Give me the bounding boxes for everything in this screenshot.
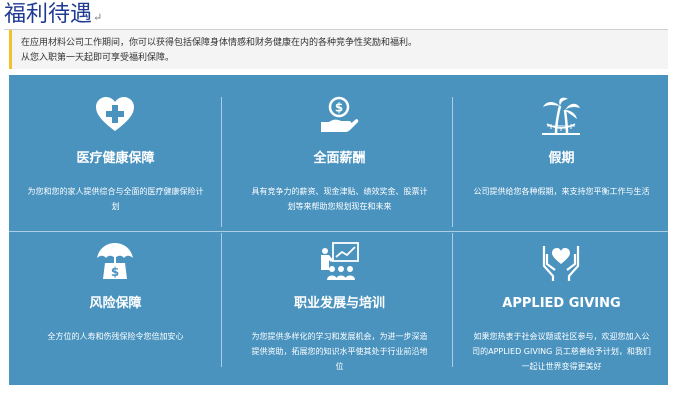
palm-tree-icon — [541, 96, 581, 136]
benefit-card-development: 职业发展与培训 为您提供多样化的学习和发展机会，为进一步深造提供资助，拓展您的知… — [233, 232, 446, 385]
intro-line-1: 在应用材料公司工作期间，你可以获得包括保障身体情感和财务健康在内的各种竞争性奖励… — [21, 38, 418, 48]
benefit-title: 医疗健康保障 — [76, 151, 155, 166]
hands-heart-icon — [541, 242, 581, 282]
benefit-description: 如果您热衷于社会议题或社区参与，欢迎您加入公司的APPLIED GIVING 员… — [472, 332, 651, 371]
benefit-title: APPLIED GIVING — [502, 296, 621, 311]
benefit-card-risk: $ 风险保障 全方位的人寿和伤残保险令您倍加安心 — [9, 232, 222, 385]
benefit-description: 为您提供多样化的学习和发展机会，为进一步深造提供资助，拓展您的知识水平使其处于行… — [251, 332, 428, 371]
intro-callout: 在应用材料公司工作期间，你可以获得包括保障身体情感和财务健康在内的各种竞争性奖励… — [9, 30, 668, 69]
benefit-card-vacation: 假期 公司提供给您各种假期，来支持您平衡工作与生活 — [455, 75, 668, 231]
benefits-panel: 医疗健康保障 为您和您的家人提供综合与全面的医疗健康保险计划 $ 全面薪酬 具有… — [9, 75, 668, 385]
paragraph-mark: ↵ — [93, 11, 103, 24]
benefit-title: 全面薪酬 — [313, 151, 366, 166]
hand-coin-icon: $ — [319, 96, 359, 136]
heart-plus-icon — [95, 96, 135, 136]
benefit-card-medical: 医疗健康保障 为您和您的家人提供综合与全面的医疗健康保险计划 — [9, 75, 222, 231]
presentation-icon — [319, 242, 359, 282]
grid-divider — [452, 233, 453, 367]
benefit-title: 风险保障 — [89, 296, 142, 311]
benefit-description: 全方位的人寿和伤残保险令您倍加安心 — [47, 332, 184, 341]
benefit-description: 公司提供给您各种假期，来支持您平衡工作与生活 — [473, 187, 650, 196]
benefit-card-compensation: $ 全面薪酬 具有竞争力的薪资、现金津贴、绩效奖金、股票计划等来帮助您规划现在和… — [233, 75, 446, 231]
umbrella-money-icon: $ — [95, 242, 135, 282]
benefit-card-giving: APPLIED GIVING 如果您热衷于社会议题或社区参与，欢迎您加入公司的A… — [455, 232, 668, 385]
benefit-title: 假期 — [548, 151, 575, 166]
grid-divider — [452, 97, 453, 227]
benefit-description: 为您和您的家人提供综合与全面的医疗健康保险计划 — [27, 187, 204, 211]
page-title-text: 福利待遇 — [4, 2, 93, 27]
page-title: 福利待遇↵ — [4, 1, 102, 29]
benefit-title: 职业发展与培训 — [293, 296, 385, 311]
svg-text:$: $ — [111, 265, 119, 279]
svg-text:$: $ — [335, 101, 343, 115]
intro-line-2: 从您入职第一天起即可享受福利保障。 — [21, 53, 175, 63]
benefit-description: 具有竞争力的薪资、现金津贴、绩效奖金、股票计划等来帮助您规划现在和未来 — [251, 187, 428, 211]
